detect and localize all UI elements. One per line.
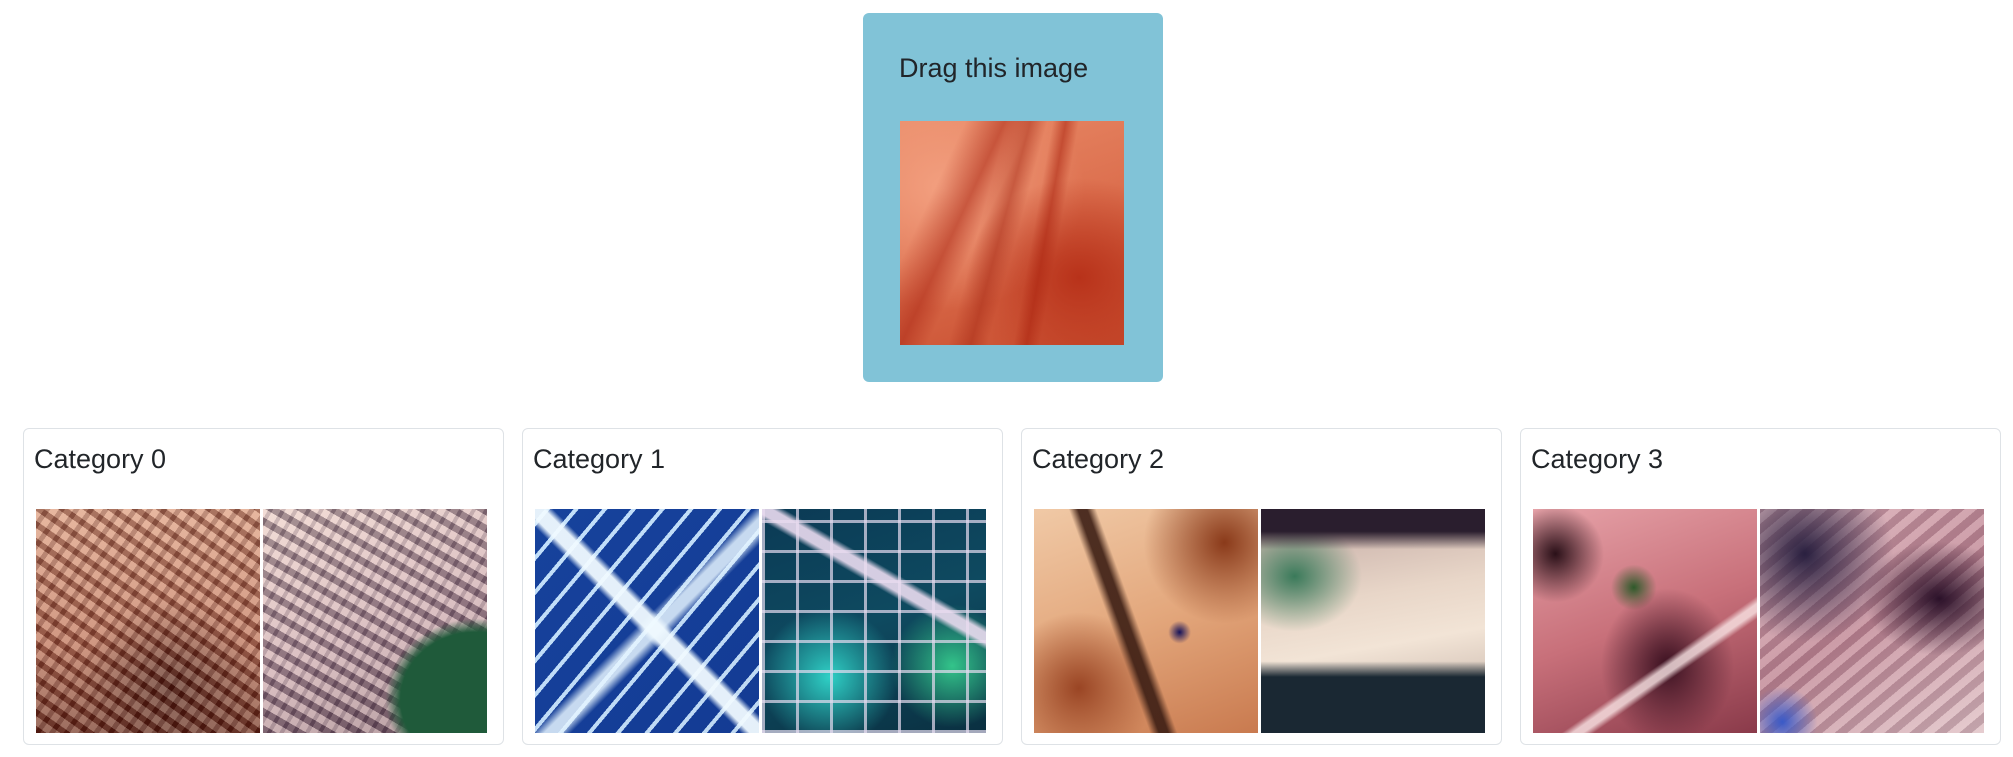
- category-title: Category 2: [1032, 444, 1165, 474]
- category-card-2[interactable]: Category 2: [1021, 428, 1502, 745]
- example-image: [36, 509, 260, 733]
- draggable-image[interactable]: [900, 121, 1124, 345]
- category-title: Category 3: [1531, 444, 1664, 474]
- drag-instruction: Drag this image: [899, 53, 1089, 83]
- category-card-3[interactable]: Category 3: [1520, 428, 2001, 745]
- example-image: [1533, 509, 1757, 733]
- drag-source-card: Drag this image: [863, 13, 1163, 382]
- example-image: [762, 509, 986, 733]
- category-card-0[interactable]: Category 0: [23, 428, 504, 745]
- example-image: [1034, 509, 1258, 733]
- category-title: Category 0: [34, 444, 167, 474]
- category-card-1[interactable]: Category 1: [522, 428, 1003, 745]
- example-image: [263, 509, 487, 733]
- example-image: [535, 509, 759, 733]
- example-image: [1261, 509, 1485, 733]
- category-title: Category 1: [533, 444, 666, 474]
- example-image: [1760, 509, 1984, 733]
